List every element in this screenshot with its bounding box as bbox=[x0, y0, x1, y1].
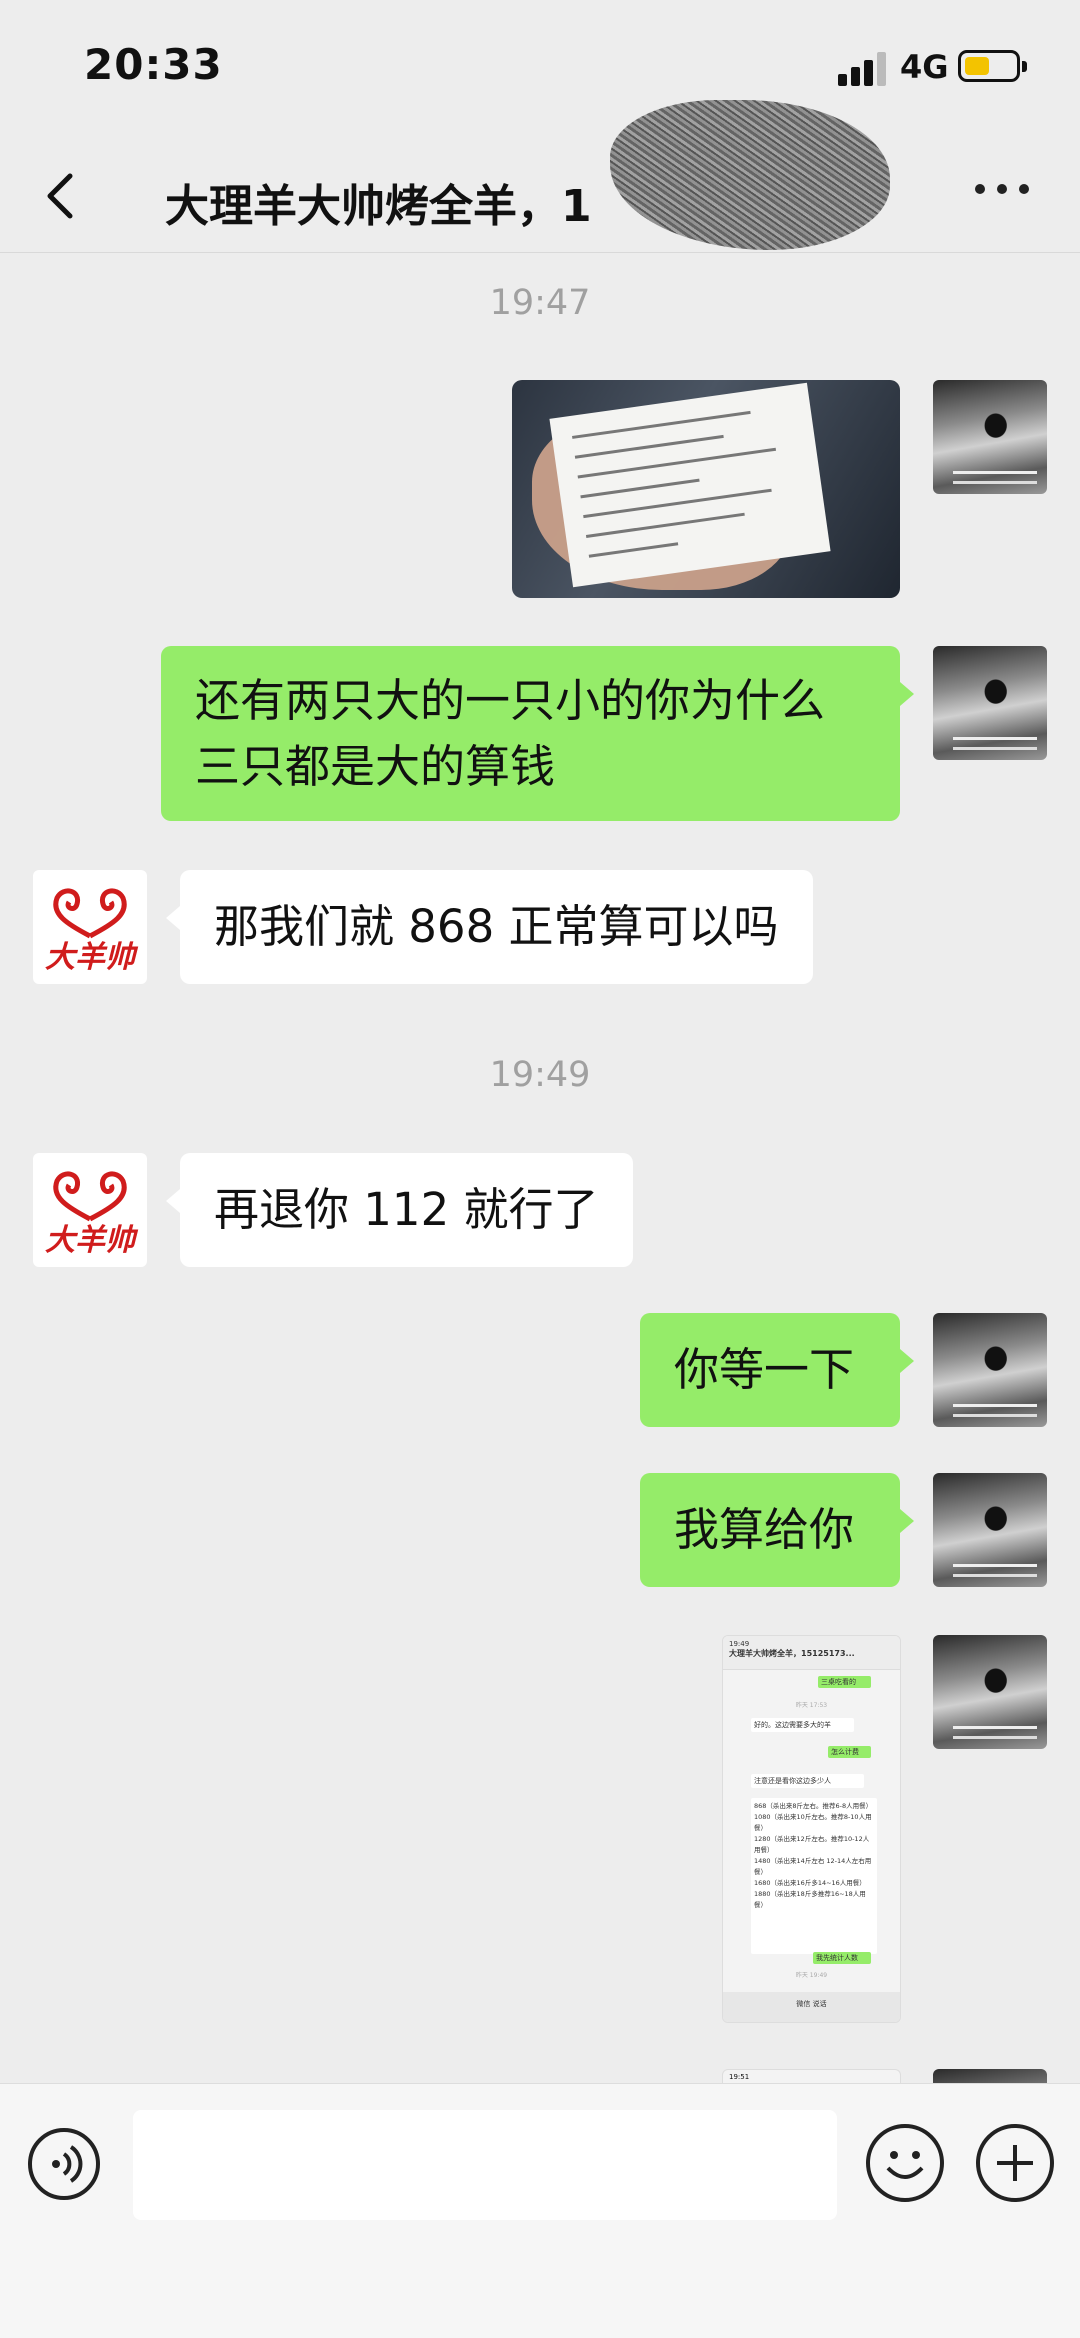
avatar[interactable] bbox=[933, 1635, 1047, 1749]
avatar[interactable]: 大羊帅 bbox=[33, 870, 147, 984]
avatar[interactable] bbox=[933, 1313, 1047, 1427]
network-label: 4G bbox=[900, 48, 949, 86]
status-time: 20:33 bbox=[84, 40, 223, 89]
message-text: 还有两只大的一只小的你为什么三只都是大的算钱 bbox=[195, 674, 826, 793]
avatar[interactable] bbox=[933, 1473, 1047, 1587]
message-text: 再退你 112 就行了 bbox=[214, 1183, 599, 1236]
logo-text: 大羊帅 bbox=[45, 940, 135, 975]
message-input[interactable] bbox=[133, 2110, 837, 2220]
status-bar: 20:33 4G bbox=[0, 0, 1080, 140]
avatar[interactable]: 大羊帅 bbox=[33, 1153, 147, 1267]
thumb-time: 19:49 bbox=[729, 1640, 750, 1648]
message-bubble[interactable]: 还有两只大的一只小的你为什么三只都是大的算钱 bbox=[161, 646, 914, 821]
thumb-bubble: 注意还是看你这边多少人 bbox=[751, 1774, 864, 1788]
receipt-photo bbox=[549, 382, 831, 588]
input-bar bbox=[0, 2083, 1080, 2338]
image-message[interactable] bbox=[512, 380, 900, 598]
thumb-header: 19:49 大理羊大帅烤全羊，15125173... bbox=[723, 1636, 900, 1670]
avatar[interactable] bbox=[933, 380, 1047, 494]
message-text: 那我们就 868 正常算可以吗 bbox=[214, 900, 779, 953]
chat-title: 大理羊大帅烤全羊，1 bbox=[165, 181, 592, 232]
screenshot-message[interactable]: 19:49 大理羊大帅烤全羊，15125173... 三桌吃看的 昨天 17:5… bbox=[722, 1635, 901, 2023]
more-dots-icon[interactable] bbox=[975, 182, 1031, 196]
timestamp: 19:47 bbox=[489, 283, 591, 323]
logo-text: 大羊帅 bbox=[45, 1223, 135, 1258]
chat-header: 大理羊大帅烤全羊，1 bbox=[0, 100, 1080, 253]
thumb-price: 1680（杀出来16斤多14~16人用餐） bbox=[754, 1879, 866, 1887]
message-text: 你等一下 bbox=[674, 1343, 855, 1396]
screenshot-message[interactable]: 19:51 bbox=[722, 2069, 901, 2083]
thumb-timestamp: 昨天 19:49 bbox=[795, 1972, 828, 1979]
thumb-input-text: 微信 说话 bbox=[796, 2000, 827, 2008]
thumb-price: 868（杀出来8斤左右。推荐6-8人用餐） bbox=[754, 1802, 873, 1810]
thumb-bubble: 好的。这边需要多大的羊 bbox=[751, 1718, 854, 1732]
thumb-timestamp: 昨天 17:53 bbox=[795, 1702, 828, 1709]
back-chevron-icon[interactable] bbox=[38, 168, 86, 224]
avatar[interactable] bbox=[933, 2069, 1047, 2083]
battery-icon bbox=[958, 50, 1027, 82]
signal-icon bbox=[838, 52, 886, 86]
thumb-price: 1080（杀出来10斤左右。推荐8-10人用餐） bbox=[754, 1813, 872, 1832]
thumb-input-bar: 微信 说话 bbox=[723, 1992, 900, 2022]
thumb-price: 1480（杀出来14斤左右 12-14人左右用餐） bbox=[754, 1857, 872, 1876]
message-text: 我算给你 bbox=[674, 1503, 855, 1556]
emoji-icon[interactable] bbox=[866, 2124, 944, 2202]
timestamp: 19:49 bbox=[489, 1055, 591, 1095]
message-bubble[interactable]: 再退你 112 就行了 bbox=[166, 1153, 633, 1267]
plus-icon[interactable] bbox=[976, 2124, 1054, 2202]
thumb-time: 19:51 bbox=[729, 2073, 750, 2081]
thumb-price-list: 868（杀出来8斤左右。推荐6-8人用餐） 1080（杀出来10斤左右。推荐8-… bbox=[751, 1798, 877, 1954]
avatar[interactable] bbox=[933, 646, 1047, 760]
message-bubble[interactable]: 我算给你 bbox=[640, 1473, 914, 1587]
thumb-bubble: 三桌吃看的 bbox=[818, 1676, 871, 1688]
thumb-bubble: 我先统计人数 bbox=[813, 1952, 871, 1964]
thumb-title: 大理羊大帅烤全羊，15125173... bbox=[729, 1649, 855, 1658]
message-bubble[interactable]: 你等一下 bbox=[640, 1313, 914, 1427]
message-bubble[interactable]: 那我们就 868 正常算可以吗 bbox=[166, 870, 813, 984]
message-list[interactable]: 19:47 还有两只大的一只小的你为什么三只都是大的算钱 大羊帅 那我们就 86… bbox=[0, 253, 1080, 2083]
voice-icon[interactable] bbox=[28, 2128, 100, 2200]
thumb-price: 1280（杀出来12斤左右。推荐10-12人用餐） bbox=[754, 1835, 870, 1854]
thumb-price: 1880（杀出来18斤多推荐16~18人用餐） bbox=[754, 1890, 866, 1909]
thumb-bubble: 怎么计费 bbox=[828, 1746, 871, 1758]
